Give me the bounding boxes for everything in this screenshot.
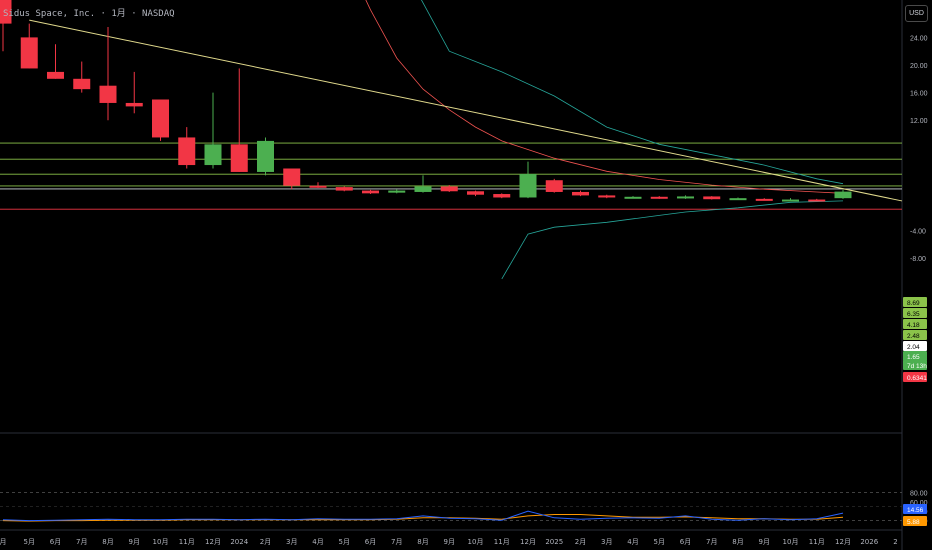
symbol-title: Sidus Space, Inc. · 1月 · NASDAQ <box>3 9 175 19</box>
candle-body <box>178 137 196 166</box>
price-label-text: 7d 13h <box>907 363 927 370</box>
candle-body <box>230 144 248 172</box>
time-axis-label: 2月 <box>575 538 586 546</box>
price-label-text: 2.48 <box>907 333 920 340</box>
time-axis-label: 7月 <box>706 538 717 546</box>
time-axis-label: 5月 <box>654 538 665 546</box>
candle-body <box>440 186 458 192</box>
time-axis-label: 6月 <box>365 538 376 546</box>
candle-body <box>677 196 694 199</box>
indicator-label-text: 14.56 <box>907 507 924 514</box>
candle-body <box>545 180 563 192</box>
candle-body <box>309 185 327 188</box>
candle-body <box>283 168 301 186</box>
candle-body <box>20 37 38 69</box>
time-axis-label: 8月 <box>102 538 113 546</box>
price-tick-label: -8.00 <box>910 256 926 263</box>
candle-body <box>204 144 222 166</box>
candle-body <box>257 140 274 172</box>
time-axis-label: 10月 <box>153 538 169 546</box>
price-tick-label: 20.00 <box>910 63 928 70</box>
time-axis-label: 8月 <box>732 538 743 546</box>
candle-body <box>493 194 511 198</box>
candle-body <box>414 186 432 192</box>
time-axis-label: 9月 <box>129 538 140 546</box>
time-axis-label: 2026 <box>860 538 878 546</box>
candle-body <box>467 191 484 195</box>
time-axis-label: 12月 <box>835 538 851 546</box>
price-tick-label: -4.00 <box>910 229 926 236</box>
time-axis-label: 5月 <box>24 538 35 546</box>
candle-body <box>47 71 64 79</box>
time-axis-label: 12月 <box>520 538 536 546</box>
candle-body <box>362 190 379 194</box>
time-axis-label: 9月 <box>759 538 770 546</box>
price-label-text: 8.69 <box>907 300 920 307</box>
candle-body <box>335 187 353 191</box>
candle-body <box>808 199 826 202</box>
candle-body <box>650 196 668 199</box>
time-axis-label: 6月 <box>50 538 61 546</box>
time-axis-label: 6月 <box>680 538 691 546</box>
time-axis-label: 5月 <box>339 538 350 546</box>
time-axis-label: 3月 <box>601 538 612 546</box>
price-tick-label: 12.00 <box>910 118 928 125</box>
time-axis-label: 11月 <box>494 538 510 546</box>
time-axis-label: 9月 <box>444 538 455 546</box>
time-axis-label: 11月 <box>809 538 825 546</box>
candle-body <box>99 85 117 103</box>
candle-body <box>152 99 169 138</box>
time-axis-label: 7月 <box>391 538 402 546</box>
time-axis-label: 2月 <box>260 538 271 546</box>
price-label-text: 4.18 <box>907 322 920 329</box>
candle-body <box>572 191 589 196</box>
time-axis-label: 10月 <box>783 538 799 546</box>
time-axis-label: 4月 <box>627 538 638 546</box>
time-axis-label: 10月 <box>468 538 484 546</box>
time-axis-label: 2025 <box>545 538 563 546</box>
candle-body <box>388 190 406 193</box>
time-axis-label: 12月 <box>205 538 221 546</box>
candle-body <box>598 195 616 198</box>
candle-body <box>624 196 642 199</box>
indicator-label-text: 5.88 <box>907 519 920 526</box>
candle-body <box>703 196 721 200</box>
time-axis-label: 11月 <box>179 538 195 546</box>
indicator-tick-label: 80.00 <box>910 490 928 497</box>
time-axis-label: 8月 <box>417 538 428 546</box>
candle-body <box>834 191 852 199</box>
price-label-text: 2.04 <box>907 344 920 351</box>
time-axis-label: 月 <box>0 538 7 546</box>
candle-body <box>755 198 773 201</box>
bb-lower-line <box>501 200 844 280</box>
time-axis-label: 7月 <box>76 538 87 546</box>
candle-body <box>782 199 799 202</box>
chart-canvas[interactable]: 48.0044.0040.0036.0032.0028.0024.0020.00… <box>0 0 932 550</box>
time-axis-label: 4月 <box>312 538 323 546</box>
price-tick-label: 24.00 <box>910 35 928 42</box>
price-label-text: 6.35 <box>907 311 920 318</box>
candle-body <box>73 78 91 90</box>
time-axis-label: 2024 <box>230 538 248 546</box>
time-axis-label: 2 <box>893 538 897 546</box>
time-axis-label: 3月 <box>286 538 297 546</box>
rsi-line <box>2 510 844 522</box>
candle-body <box>729 198 747 201</box>
price-label-text: 0.6341 <box>907 375 927 382</box>
candle-body <box>125 102 143 107</box>
currency-button[interactable]: USD <box>905 5 928 22</box>
candle-body <box>519 174 537 198</box>
price-tick-label: 16.00 <box>910 91 928 98</box>
price-label-text: 1.65 <box>907 354 920 361</box>
stock-chart[interactable]: 48.0044.0040.0036.0032.0028.0024.0020.00… <box>0 0 932 550</box>
